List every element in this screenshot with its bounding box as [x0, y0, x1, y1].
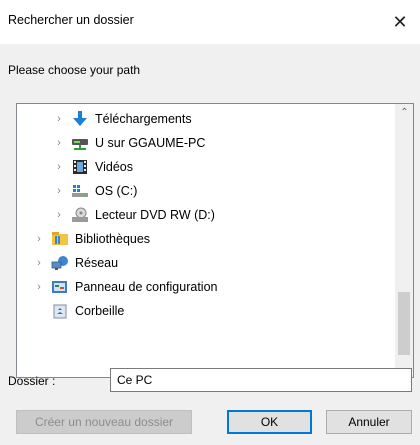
dialog-body: Please choose your path › Téléchargement…: [0, 44, 420, 445]
tree-item-network[interactable]: › Réseau: [33, 251, 118, 275]
network-drive-icon: [71, 135, 89, 151]
folder-field-label: Dossier :: [8, 374, 56, 388]
recycle-bin-icon: [51, 303, 69, 319]
tree-item-label: Bibliothèques: [75, 232, 151, 246]
tree-item-label: OS (C:): [95, 184, 138, 198]
tree-item-dvd-drive[interactable]: › Lecteur DVD RW (D:): [53, 203, 215, 227]
new-folder-button[interactable]: Créer un nouveau dossier: [16, 410, 192, 434]
control-panel-icon: [51, 279, 69, 295]
videos-folder-icon: [71, 159, 89, 175]
tree-item-libraries[interactable]: › Bibliothèques: [33, 227, 150, 251]
tree-item-os-drive[interactable]: › OS (C:): [53, 179, 137, 203]
tree-item-label: Panneau de configuration: [75, 280, 218, 294]
libraries-icon: [51, 231, 69, 247]
vertical-scrollbar[interactable]: ⌃ ⌄: [395, 104, 413, 377]
tree-item-videos[interactable]: › Vidéos: [53, 155, 133, 179]
tree-item-label: Réseau: [75, 256, 119, 270]
ok-button[interactable]: OK: [227, 410, 312, 434]
chevron-right-icon[interactable]: ›: [53, 209, 65, 221]
prompt-text: Please choose your path: [8, 63, 141, 77]
chevron-right-icon[interactable]: ›: [53, 185, 65, 197]
tree-item-label: U sur GGAUME-PC: [95, 136, 206, 150]
chevron-right-icon[interactable]: ›: [33, 281, 45, 293]
tree-item-label: Téléchargements: [95, 112, 192, 126]
chevron-right-icon[interactable]: ›: [33, 257, 45, 269]
tree-item-label: Vidéos: [95, 160, 133, 174]
chevron-right-icon[interactable]: ›: [53, 113, 65, 125]
folder-tree[interactable]: › Téléchargements › U sur GGAUME-PC › Vi…: [16, 103, 414, 378]
scroll-thumb[interactable]: [398, 292, 410, 355]
download-arrow-icon: [71, 111, 89, 127]
windows-drive-icon: [71, 183, 89, 199]
chevron-right-icon[interactable]: ›: [53, 137, 65, 149]
folder-input[interactable]: Ce PC: [110, 368, 412, 392]
chevron-right-icon[interactable]: ›: [53, 161, 65, 173]
cancel-button[interactable]: Annuler: [326, 410, 412, 434]
network-icon: [51, 255, 69, 271]
scroll-up-arrow-icon[interactable]: ⌃: [396, 104, 413, 121]
close-icon[interactable]: ✕: [380, 4, 420, 40]
dvd-drive-icon: [71, 207, 89, 223]
tree-item-recycle-bin[interactable]: Corbeille: [33, 299, 124, 323]
tree-item-control-panel[interactable]: › Panneau de configuration: [33, 275, 217, 299]
chevron-right-icon[interactable]: ›: [33, 233, 45, 245]
tree-item-label: Corbeille: [75, 304, 125, 318]
title-bar: Rechercher un dossier ✕: [0, 0, 420, 44]
window-title: Rechercher un dossier: [8, 13, 134, 27]
tree-item-network-drive[interactable]: › U sur GGAUME-PC: [53, 131, 205, 155]
tree-item-telechargements[interactable]: › Téléchargements: [53, 107, 192, 131]
tree-item-label: Lecteur DVD RW (D:): [95, 208, 215, 222]
